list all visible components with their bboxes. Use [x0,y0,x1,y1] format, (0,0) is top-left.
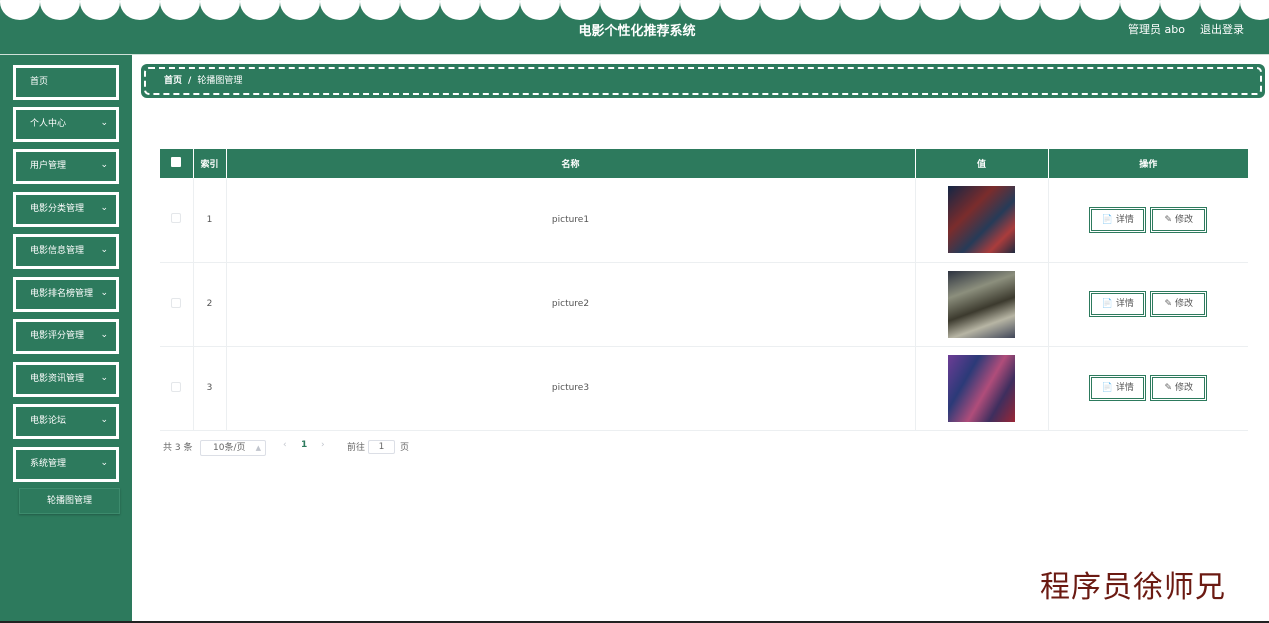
pagination-total: 共 3 条 [163,443,193,453]
chevron-down-icon: ⌄ [100,245,108,255]
next-page-button[interactable]: › [321,440,325,450]
pencil-icon: ✎ [1164,214,1173,225]
chevron-down-icon: ▲ [255,444,261,452]
sidebar-item-system-management[interactable]: 系统管理 ⌄ [13,447,119,482]
sidebar-item-label: 用户管理 [30,161,67,171]
sidebar-item-label: 电影资讯管理 [30,374,85,384]
chevron-down-icon: ⌄ [100,203,108,213]
sidebar-item-label: 系统管理 [30,459,67,469]
row-checkbox[interactable] [171,297,182,308]
document-icon: 📄 [1101,383,1113,393]
edit-button[interactable]: ✎ 修改 [1150,206,1208,233]
row-index: 1 [193,178,227,263]
column-header-name: 名称 [226,149,916,178]
breadcrumb-home[interactable]: 首页 [164,76,182,86]
current-user: 管理员 abo [1128,23,1185,36]
sidebar-subitem-carousel-management[interactable]: 轮播图管理 [19,488,120,514]
row-name: picture2 [226,262,916,347]
app-title: 电影个性化推荐系统 [578,24,696,39]
pencil-icon: ✎ [1164,383,1173,393]
prev-page-button[interactable]: ‹ [283,440,287,450]
row-checkbox[interactable] [171,381,182,392]
detail-button[interactable]: 📄 详情 [1089,206,1147,233]
breadcrumb-inner: 首页 / 轮播图管理 [144,67,1262,95]
column-header-index: 索引 [193,149,227,178]
select-all-checkbox[interactable] [171,157,182,167]
column-header-actions: 操作 [1048,149,1248,178]
sidebar-item-label: 首页 [30,77,49,87]
goto-label: 前往 [347,443,366,453]
carousel-thumbnail-image [948,270,1015,338]
logout-link[interactable]: 退出登录 [1200,21,1244,37]
row-index: 2 [193,262,227,347]
goto-page-input[interactable] [368,440,395,454]
sidebar-item-label: 电影信息管理 [30,246,85,256]
goto-unit: 页 [400,443,410,453]
row-index: 3 [193,346,227,431]
watermark-text: 程序员徐师兄 [1040,570,1226,605]
sidebar-item-label: 个人中心 [30,119,67,129]
page-number-current[interactable]: 1 [301,440,307,450]
column-header-value: 值 [915,149,1049,178]
table-header-row: 索引 名称 值 操作 [160,149,1248,178]
chevron-down-icon: ⌄ [100,330,108,340]
sidebar-item-movie-category[interactable]: 电影分类管理 ⌄ [13,192,119,227]
carousel-table: 索引 名称 值 操作 1 picture1 📄 详情 ✎ 修改 2 picture2 … [160,149,1248,431]
sidebar-item-label: 电影论坛 [30,416,67,426]
select-all-cell[interactable] [160,149,194,178]
chevron-down-icon: ⌄ [100,288,108,298]
edit-button[interactable]: ✎ 修改 [1150,375,1208,401]
sidebar-item-user-management[interactable]: 用户管理 ⌄ [13,149,119,184]
row-name: picture3 [226,346,916,431]
breadcrumb: 首页 / 轮播图管理 [141,64,1265,98]
edit-button[interactable]: ✎ 修改 [1150,291,1208,317]
sidebar-item-movie-info[interactable]: 电影信息管理 ⌄ [13,234,119,269]
document-icon: 📄 [1101,299,1113,309]
row-name: picture1 [226,178,916,263]
row-checkbox[interactable] [171,213,182,224]
top-header: 电影个性化推荐系统 管理员 abo 退出登录 [0,0,1269,54]
chevron-down-icon: ⌄ [100,415,108,425]
table-row: 3 picture3 📄 详情 ✎ 修改 [160,346,1248,431]
header-divider [0,54,1269,55]
chevron-down-icon: ⌄ [100,373,108,383]
page-size-select[interactable]: 10条/页 ▲ [200,440,266,456]
carousel-thumbnail-image [948,186,1015,254]
chevron-down-icon: ⌄ [100,118,108,128]
chevron-down-icon: ⌄ [100,160,108,170]
table-row: 2 picture2 📄 详情 ✎ 修改 [160,262,1248,347]
header-scallop-decoration [0,0,1269,20]
breadcrumb-current: 轮播图管理 [197,76,243,86]
detail-button[interactable]: 📄 详情 [1089,291,1147,317]
sidebar-item-label: 电影评分管理 [30,331,85,341]
carousel-thumbnail-image [948,354,1015,422]
sidebar-item-movie-ranking[interactable]: 电影排名榜管理 ⌄ [13,277,119,312]
chevron-down-icon: ⌄ [100,458,108,468]
document-icon: 📄 [1101,214,1113,225]
sidebar-item-movie-news[interactable]: 电影资讯管理 ⌄ [13,362,119,397]
sidebar-item-movie-rating[interactable]: 电影评分管理 ⌄ [13,319,119,354]
pencil-icon: ✎ [1164,299,1173,309]
sidebar-item-movie-forum[interactable]: 电影论坛 ⌄ [13,404,119,439]
sidebar-item-label: 电影分类管理 [30,204,85,214]
sidebar: 首页 个人中心 ⌄ 用户管理 ⌄ 电影分类管理 ⌄ 电影信息管理 ⌄ 电影排名榜… [0,55,132,623]
table-row: 1 picture1 📄 详情 ✎ 修改 [160,178,1248,263]
detail-button[interactable]: 📄 详情 [1089,375,1147,401]
breadcrumb-separator: / [188,76,192,86]
sidebar-item-label: 电影排名榜管理 [30,289,94,299]
sidebar-item-personal-center[interactable]: 个人中心 ⌄ [13,107,119,142]
sidebar-item-home[interactable]: 首页 [13,65,119,100]
